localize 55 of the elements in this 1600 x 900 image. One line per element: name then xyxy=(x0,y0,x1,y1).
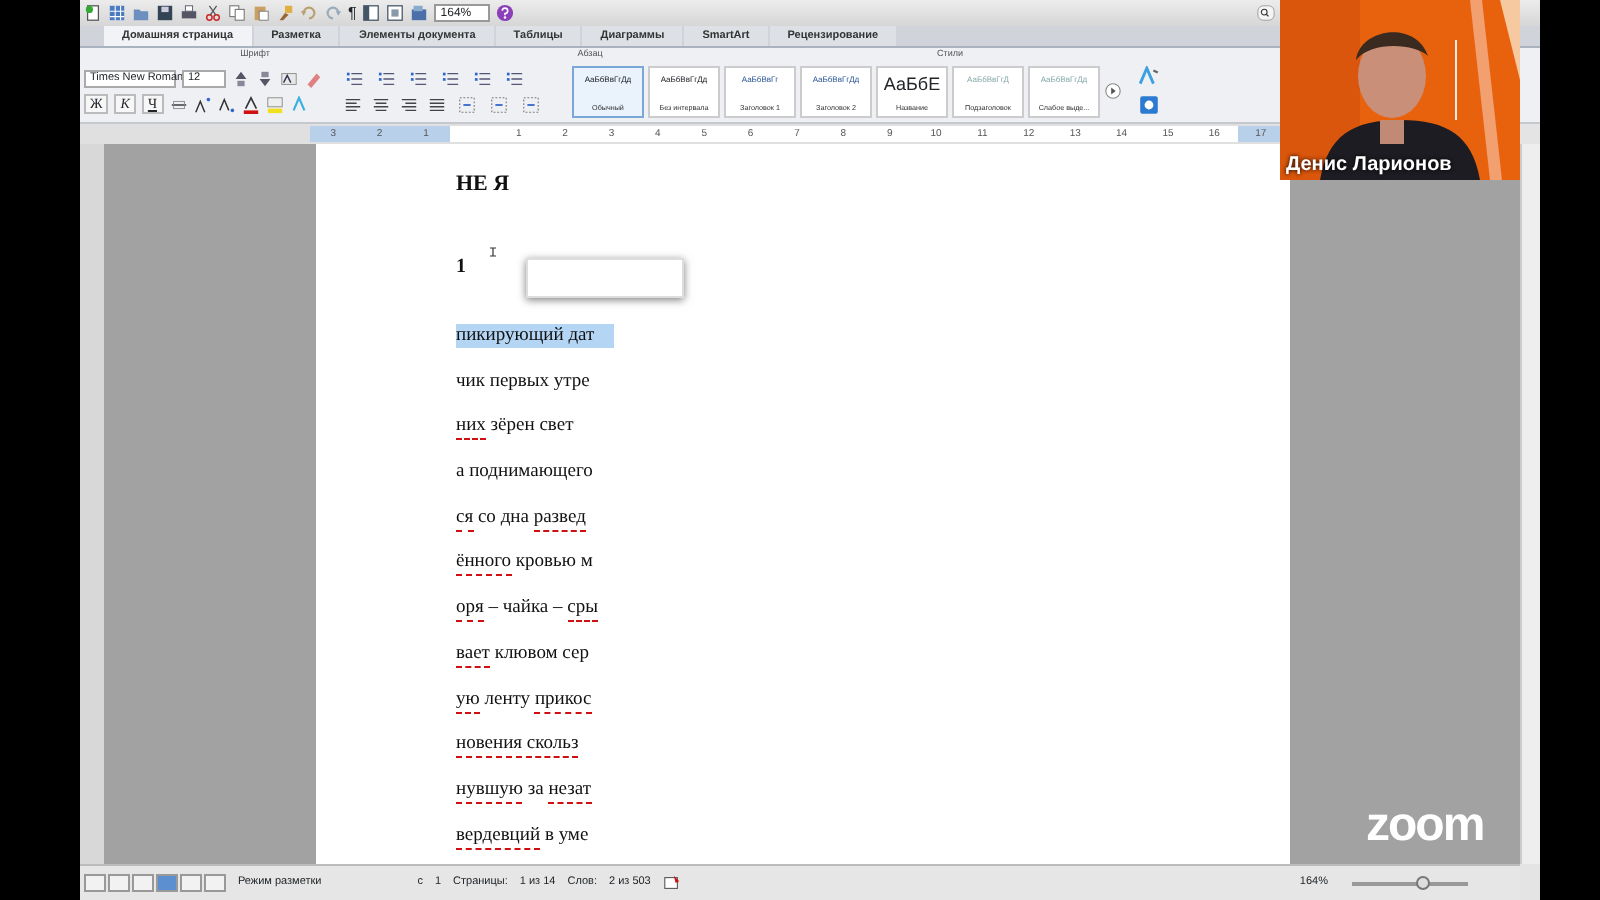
search-icon[interactable] xyxy=(1252,4,1280,22)
styles-help-icon[interactable] xyxy=(1138,94,1160,116)
sidebar-icon[interactable] xyxy=(362,4,381,22)
text-line: оря – чайка – сры xyxy=(456,596,599,621)
text-line: чик первых утре xyxy=(456,369,590,394)
document-heading: НЕ Я xyxy=(456,172,510,196)
text-line: вердевций в уме xyxy=(456,823,589,848)
text-line: новения скольз xyxy=(456,732,579,757)
view-button[interactable] xyxy=(204,874,226,892)
numbering-icon[interactable] xyxy=(374,69,400,87)
slider-thumb[interactable] xyxy=(1415,875,1430,889)
align-right-icon[interactable] xyxy=(398,95,420,113)
bullets-icon[interactable] xyxy=(342,69,368,87)
print-icon[interactable] xyxy=(180,4,198,22)
media-icon[interactable] xyxy=(410,4,429,22)
justify-icon[interactable] xyxy=(426,95,448,113)
paste-icon[interactable] xyxy=(252,4,270,22)
style-preview: АаБбЕ xyxy=(883,73,941,93)
folder-icon[interactable] xyxy=(132,4,150,22)
align-center-icon[interactable] xyxy=(370,95,392,113)
font-color-icon[interactable] xyxy=(241,95,259,113)
help-icon[interactable] xyxy=(495,4,514,22)
brush-icon[interactable] xyxy=(276,4,294,22)
pilcrow-button[interactable]: ¶ xyxy=(348,4,357,22)
next-icon[interactable] xyxy=(1104,82,1122,100)
page-number: 1 xyxy=(456,256,466,278)
grow-font-icon[interactable] xyxy=(232,69,250,87)
text-line: ся со дна развед xyxy=(456,505,586,530)
view-button[interactable] xyxy=(84,874,106,892)
text-line: вает клювом сер xyxy=(456,641,589,666)
strikethrough-icon[interactable] xyxy=(169,95,187,113)
save-icon[interactable] xyxy=(156,4,174,22)
view-button[interactable] xyxy=(180,874,202,892)
grid-icon[interactable] xyxy=(108,4,126,22)
superscript-icon[interactable] xyxy=(193,95,211,113)
view-button[interactable] xyxy=(132,874,154,892)
text-line: а поднимающего xyxy=(456,460,593,485)
text-cursor-icon xyxy=(488,244,498,260)
change-case-icon[interactable] xyxy=(280,69,298,87)
new-document-icon[interactable] xyxy=(84,4,102,22)
copy-icon[interactable] xyxy=(228,4,246,22)
zoom-logo: zoom xyxy=(1366,800,1484,852)
proofing-icon[interactable] xyxy=(662,874,683,892)
text-line: нувшую за незат xyxy=(456,777,592,802)
text-line: ённого кровью м xyxy=(456,550,593,575)
vertical-scrollbar[interactable] xyxy=(1520,144,1540,864)
text-line: ую ленту прикос xyxy=(456,687,592,711)
cut-icon[interactable] xyxy=(204,4,222,22)
styles-pane-icon[interactable] xyxy=(1138,66,1160,88)
align-left-icon[interactable] xyxy=(342,95,364,113)
text-line: них зёрен свет xyxy=(456,414,574,439)
shrink-font-icon[interactable] xyxy=(256,69,274,87)
view-button[interactable] xyxy=(108,874,130,892)
subscript-icon[interactable] xyxy=(217,95,235,113)
gallery-icon[interactable] xyxy=(386,4,405,22)
